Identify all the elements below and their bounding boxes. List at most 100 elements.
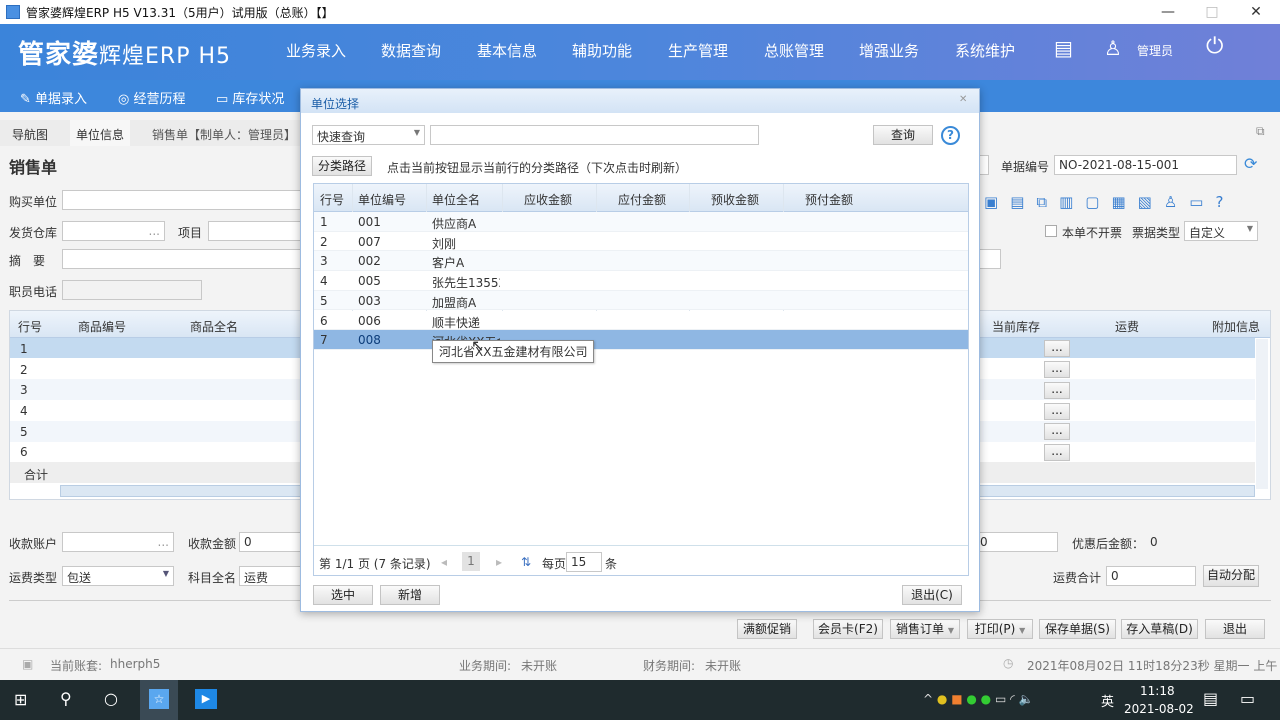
user-name[interactable]: 管理员 <box>1137 42 1173 59</box>
menu-system[interactable]: 系统维护 <box>955 40 1015 61</box>
subject-input[interactable]: 运费 <box>239 566 301 586</box>
stock-ellipsis-button[interactable]: ... <box>1044 444 1070 461</box>
no-invoice-checkbox[interactable] <box>1045 225 1057 237</box>
subnav-history[interactable]: ◎ 经营历程 <box>118 88 186 107</box>
message-icon[interactable]: ▤ <box>1054 36 1073 60</box>
new-button[interactable]: 新增 <box>380 585 440 605</box>
stock-ellipsis-button[interactable]: ... <box>1044 340 1070 357</box>
exit-button[interactable]: 退出 <box>1205 619 1265 639</box>
import-icon[interactable]: ▥ <box>1059 193 1085 211</box>
subnav-stock[interactable]: ▭ 库存状况 <box>216 88 284 107</box>
warehouse-input[interactable]: ... <box>62 221 165 241</box>
partial-amount-input[interactable]: 0 <box>975 532 1058 552</box>
help-icon[interactable]: ? <box>1215 193 1235 211</box>
help-icon[interactable]: ? <box>941 126 960 145</box>
stock-ellipsis-button[interactable]: ... <box>1044 382 1070 399</box>
unit-select-dialog: 单位选择 ✕ 快速查询 ▼ 查询 ? 分类路径 点击当前按钮显示当前行的分类路径（… <box>300 88 980 612</box>
fin-period-label: 财务期间: <box>643 659 696 673</box>
sales-order-dropdown[interactable]: 销售订单 ▼ <box>890 619 960 639</box>
no-icon[interactable]: ▢ <box>1085 193 1111 211</box>
maximize-button[interactable]: □ <box>1202 2 1222 22</box>
ime-indicator[interactable]: 英 <box>1101 691 1114 710</box>
freight-type-select[interactable]: 包送 ▼ <box>62 566 174 586</box>
query-input[interactable] <box>430 125 759 145</box>
vertical-scrollbar[interactable] <box>1256 339 1268 489</box>
menu-enhanced[interactable]: 增强业务 <box>859 40 919 61</box>
member-card-button[interactable]: 会员卡(F2) <box>813 619 883 639</box>
card-icon[interactable]: ▧ <box>1138 193 1164 211</box>
table-row[interactable]: 6 006 顺丰快递 <box>314 310 968 331</box>
tab-navigation[interactable]: 导航图 <box>12 126 48 143</box>
stock-ellipsis-button[interactable]: ... <box>1044 403 1070 420</box>
phone-input[interactable] <box>62 280 202 300</box>
erp-app-icon[interactable]: ☆ <box>149 689 169 709</box>
refresh-page-icon[interactable]: ⇅ <box>521 555 531 569</box>
menu-aux-functions[interactable]: 辅助功能 <box>572 40 632 61</box>
window-title-bar: 管家婆辉煌ERP H5 V13.31（5用户）试用版（总账）【】 — □ ✕ <box>0 0 1280 24</box>
search-icon[interactable]: ⚲ <box>60 689 72 708</box>
table-row[interactable]: 2 007 刘刚 <box>314 231 968 252</box>
tab-sales-order[interactable]: 销售单【制单人：管理员】 <box>152 126 296 143</box>
tray-tray[interactable]: ^ ● ■ ● ● ▭ ◜ 🔈 <box>923 692 1034 706</box>
prev-page-icon[interactable]: ◂ <box>441 555 447 569</box>
notes-icon[interactable]: ▤ <box>1203 689 1218 708</box>
table-row[interactable]: 1 001 供应商A <box>314 212 968 232</box>
query-button[interactable]: 查询 <box>873 125 933 145</box>
query-mode-select[interactable]: 快速查询 ▼ <box>312 125 425 145</box>
menu-data-query[interactable]: 数据查询 <box>381 40 441 61</box>
promo-button[interactable]: 满额促销 <box>737 619 797 639</box>
auto-assign-button[interactable]: 自动分配 <box>1203 565 1259 587</box>
docno-input[interactable]: NO-2021-08-15-001 <box>1054 155 1237 175</box>
table-row[interactable]: 4 005 张先生13552 <box>314 271 968 291</box>
dialog-exit-button[interactable]: 退出(C) <box>902 585 962 605</box>
save-document-button[interactable]: 保存单据(S) <box>1039 619 1116 639</box>
person-icon[interactable]: ♙ <box>1164 193 1189 211</box>
menu-basic-info[interactable]: 基本信息 <box>477 40 537 61</box>
user-icon[interactable]: ♙ <box>1104 36 1122 60</box>
category-path-button[interactable]: 分类路径 <box>312 156 372 176</box>
cortana-icon[interactable]: ○ <box>104 689 118 708</box>
refresh-icon[interactable]: ⟳ <box>1244 154 1257 173</box>
stock-ellipsis-button[interactable]: ... <box>1044 423 1070 440</box>
save-draft-button[interactable]: 存入草稿(D) <box>1121 619 1198 639</box>
project-input[interactable] <box>208 221 302 241</box>
freight-total-input[interactable]: 0 <box>1106 566 1196 586</box>
menu-ledger[interactable]: 总账管理 <box>764 40 824 61</box>
copy-icon[interactable]: ⧉ <box>1036 193 1059 211</box>
print-template-icon[interactable]: ▣ <box>984 193 1010 211</box>
notification-icon[interactable]: ▭ <box>1240 689 1255 708</box>
next-page-icon[interactable]: ▸ <box>496 555 502 569</box>
summary-input[interactable] <box>62 249 302 269</box>
menu-business-entry[interactable]: 业务录入 <box>286 40 346 61</box>
col-header-name: 单位全名 <box>432 193 481 207</box>
select-button[interactable]: 选中 <box>313 585 373 605</box>
windows-start-icon[interactable]: ⊞ <box>14 690 27 709</box>
unit-code: 002 <box>358 254 381 269</box>
table-row[interactable]: 7008河北省XX五金建材有限公司 <box>314 330 968 350</box>
current-page[interactable]: 1 <box>462 552 480 571</box>
dialog-close-icon[interactable]: ✕ <box>959 94 967 105</box>
save-icon[interactable]: ▦ <box>1111 193 1137 211</box>
folder-icon[interactable]: ▭ <box>1189 193 1215 211</box>
close-button[interactable]: ✕ <box>1246 2 1266 22</box>
print-dropdown[interactable]: 打印(P) ▼ <box>967 619 1033 639</box>
unit-name: 供应商A <box>432 217 477 231</box>
invoice-type-select[interactable]: 自定义 ▼ <box>1184 221 1258 241</box>
amount-input[interactable]: 0 <box>239 532 301 552</box>
table-row[interactable]: 3 002 客户A <box>314 251 968 272</box>
menu-production[interactable]: 生产管理 <box>668 40 728 61</box>
clock-time[interactable]: 11:18 <box>1140 684 1175 698</box>
recorder-app-icon[interactable]: ▶ <box>195 689 217 709</box>
tab-unit-info[interactable]: 单位信息 <box>70 120 131 146</box>
minimize-button[interactable]: — <box>1158 2 1178 22</box>
subnav-doc-entry[interactable]: ✎ 单据录入 <box>20 88 87 107</box>
per-page-input[interactable]: 15 <box>566 552 602 572</box>
restore-icon[interactable]: ⧉ <box>1256 124 1265 139</box>
stock-ellipsis-button[interactable]: ... <box>1044 361 1070 378</box>
table-row[interactable]: 5 003 加盟商A <box>314 290 968 311</box>
account-input[interactable]: ... <box>62 532 174 552</box>
clock-date[interactable]: 2021-08-02 <box>1124 702 1194 716</box>
buyer-input[interactable] <box>62 190 302 210</box>
discount-icon[interactable]: ▤ <box>1010 193 1036 211</box>
power-icon[interactable]: ⏻ <box>1206 34 1223 59</box>
